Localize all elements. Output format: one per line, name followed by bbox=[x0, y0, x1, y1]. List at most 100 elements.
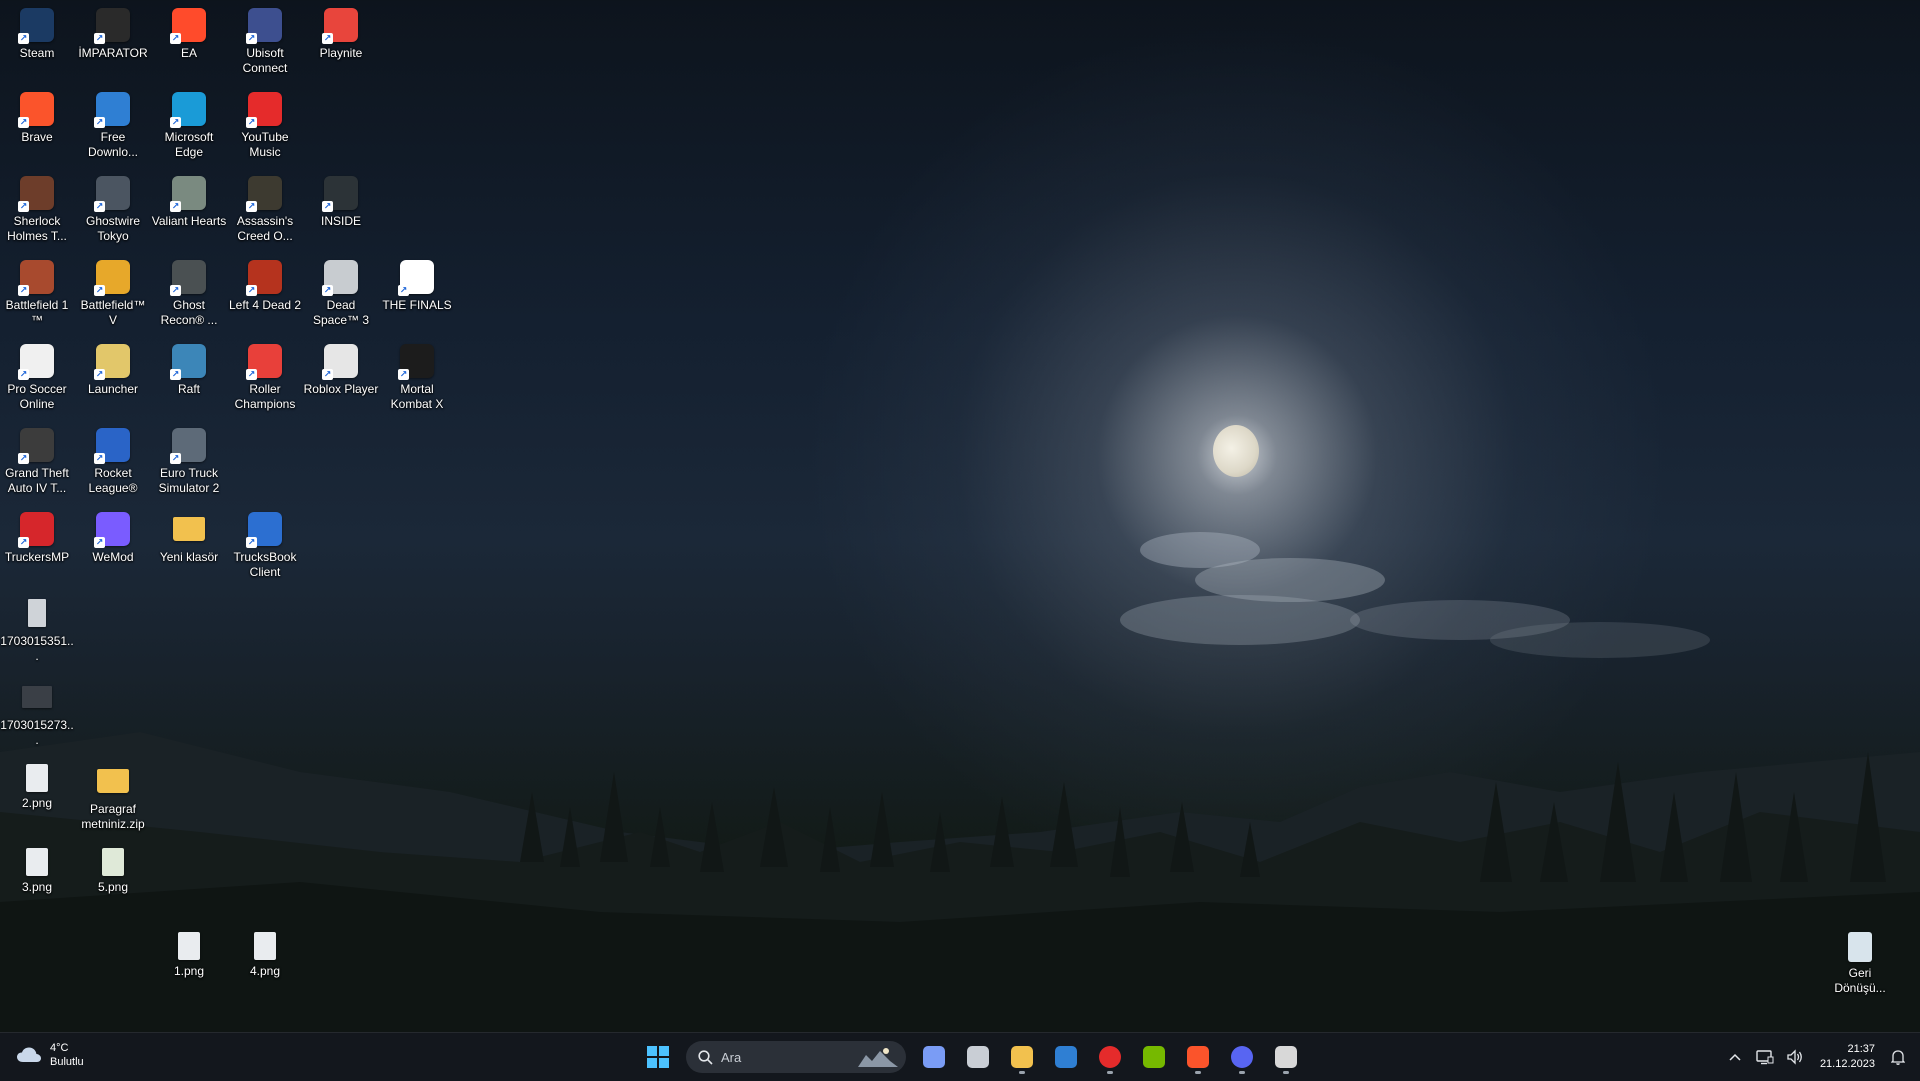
desktop: ↗ Steam ↗ İMPARATOR ↗ EA ↗ Ubisoft Connect ↗ Play… bbox=[0, 0, 1920, 1032]
folder-icon bbox=[173, 517, 205, 541]
search-icon bbox=[698, 1049, 713, 1065]
desktop-icon-label: 1703015273... bbox=[0, 718, 74, 747]
desktop-icon-image-file[interactable]: 1703015351... bbox=[0, 596, 75, 664]
desktop-icon-label: Pro Soccer Online bbox=[7, 382, 67, 411]
desktop-icon-label: 2.png bbox=[21, 796, 53, 810]
desktop-icon-playnite[interactable]: ↗ Playnite bbox=[303, 8, 379, 61]
youtube-music-button[interactable] bbox=[1092, 1039, 1128, 1075]
epic-games-button[interactable] bbox=[1268, 1039, 1304, 1075]
shortcut-arrow-icon: ↗ bbox=[246, 369, 257, 380]
start-button[interactable] bbox=[640, 1039, 676, 1075]
desktop-icon-launcher[interactable]: ↗ Launcher bbox=[75, 344, 151, 397]
desktop-icon-the-finals[interactable]: ↗ THE FINALS bbox=[379, 260, 455, 313]
search-highlight-illustration bbox=[858, 1048, 898, 1067]
desktop-icon-ghostwire-tokyo[interactable]: ↗ Ghostwire Tokyo bbox=[75, 176, 151, 244]
desktop-icon-roblox[interactable]: ↗ Roblox Player bbox=[303, 344, 379, 397]
shortcut-arrow-icon: ↗ bbox=[322, 285, 333, 296]
desktop-icon-trucksbook[interactable]: ↗ TrucksBook Client bbox=[227, 512, 303, 580]
desktop-icon-valiant-hearts[interactable]: ↗ Valiant Hearts bbox=[151, 176, 227, 229]
desktop-icon-label: Euro Truck Simulator 2 bbox=[158, 466, 220, 495]
desktop-icon-png-file[interactable]: 1.png bbox=[151, 932, 227, 979]
desktop-icon-free-download-manager[interactable]: ↗ Free Downlo... bbox=[75, 92, 151, 160]
desktop-icon-edge[interactable]: ↗ Microsoft Edge bbox=[151, 92, 227, 160]
brave-icon bbox=[1187, 1046, 1209, 1068]
desktop-icon-png-file[interactable]: 2.png bbox=[0, 764, 75, 811]
desktop-icon-label: THE FINALS bbox=[382, 298, 452, 312]
desktop-icon-inside[interactable]: ↗ INSIDE bbox=[303, 176, 379, 229]
desktop-icon-label: Launcher bbox=[87, 382, 139, 396]
desktop-icon-ubisoft[interactable]: ↗ Ubisoft Connect bbox=[227, 8, 303, 76]
desktop-icon-label: Battlefield™ V bbox=[80, 298, 146, 327]
desktop-icon-epic-games[interactable]: ↗ İMPARATOR bbox=[75, 8, 151, 61]
steam-icon: ↗ bbox=[18, 8, 54, 44]
discord-button[interactable] bbox=[1224, 1039, 1260, 1075]
search-placeholder: Ara bbox=[721, 1049, 742, 1065]
png-file-icon bbox=[254, 932, 276, 960]
shortcut-arrow-icon: ↗ bbox=[94, 369, 105, 380]
desktop-icon-recycle-bin[interactable]: Geri Dönüşü... bbox=[1822, 932, 1898, 996]
desktop-icon-label: EA bbox=[180, 46, 197, 60]
clock[interactable]: 21:37 21.12.2023 bbox=[1820, 1042, 1875, 1072]
desktop-icon-mortal-kombat-x[interactable]: ↗ Mortal Kombat X bbox=[379, 344, 455, 412]
desktop-icon-youtube-music[interactable]: ↗ YouTube Music bbox=[227, 92, 303, 160]
desktop-icon-label: WeMod bbox=[92, 550, 134, 564]
desktop-icon-steam[interactable]: ↗ Steam bbox=[0, 8, 75, 61]
desktop-icon-image-file[interactable]: 1703015273... bbox=[0, 680, 75, 748]
desktop-icon-battlefield-1[interactable]: ↗ Battlefield 1 ™ bbox=[0, 260, 75, 328]
desktop-icon-roller-champions[interactable]: ↗ Roller Champions bbox=[227, 344, 303, 412]
task-view-button[interactable] bbox=[960, 1039, 996, 1075]
desktop-icon-label: Free Downlo... bbox=[87, 130, 139, 159]
epic-games-icon: ↗ bbox=[94, 8, 130, 44]
search-box[interactable]: Ara bbox=[686, 1041, 906, 1073]
desktop-icon-euro-truck-simulator[interactable]: ↗ Euro Truck Simulator 2 bbox=[151, 428, 227, 496]
image-file-icon bbox=[28, 599, 46, 627]
desktop-icon-ghost-recon[interactable]: ↗ Ghost Recon® ... bbox=[151, 260, 227, 328]
desktop-icon-zip-folder[interactable]: Paragraf metniniz.zip bbox=[75, 764, 151, 832]
desktop-icon-battlefield-v[interactable]: ↗ Battlefield™ V bbox=[75, 260, 151, 328]
desktop-icon-left-4-dead-2[interactable]: ↗ Left 4 Dead 2 bbox=[227, 260, 303, 313]
volume-button[interactable] bbox=[1781, 1043, 1809, 1071]
microsoft-store-button[interactable] bbox=[1048, 1039, 1084, 1075]
desktop-icon-folder[interactable]: Yeni klasör bbox=[151, 512, 227, 565]
desktop-icon-assassins-creed[interactable]: ↗ Assassin's Creed O... bbox=[227, 176, 303, 244]
desktop-icon-dead-space-3[interactable]: ↗ Dead Space™ 3 bbox=[303, 260, 379, 328]
roblox-icon: ↗ bbox=[322, 344, 358, 380]
shortcut-arrow-icon: ↗ bbox=[94, 537, 105, 548]
file-explorer-button[interactable] bbox=[1004, 1039, 1040, 1075]
desktop-icon-label: Sherlock Holmes T... bbox=[7, 214, 67, 243]
assassins-creed-icon: ↗ bbox=[246, 176, 282, 212]
desktop-icon-png-file[interactable]: 3.png bbox=[0, 848, 75, 895]
shortcut-arrow-icon: ↗ bbox=[94, 201, 105, 212]
desktop-icon-sherlock-holmes[interactable]: ↗ Sherlock Holmes T... bbox=[0, 176, 75, 244]
desktop-icon-png-file[interactable]: 5.png bbox=[75, 848, 151, 895]
running-indicator bbox=[1239, 1071, 1245, 1074]
youtube-music-icon: ↗ bbox=[246, 92, 282, 128]
shortcut-arrow-icon: ↗ bbox=[18, 33, 29, 44]
raft-icon: ↗ bbox=[170, 344, 206, 380]
network-button[interactable] bbox=[1751, 1043, 1779, 1071]
desktop-icon-png-file[interactable]: 4.png bbox=[227, 932, 303, 979]
desktop-icon-rocket-league[interactable]: ↗ Rocket League® bbox=[75, 428, 151, 496]
desktop-icon-raft[interactable]: ↗ Raft bbox=[151, 344, 227, 397]
trucksbook-icon: ↗ bbox=[246, 512, 282, 548]
desktop-icon-label: TrucksBook Client bbox=[233, 550, 297, 579]
desktop-icon-label: Valiant Hearts bbox=[151, 214, 227, 228]
desktop-icon-pro-soccer-online[interactable]: ↗ Pro Soccer Online bbox=[0, 344, 75, 412]
task-view-icon bbox=[967, 1046, 989, 1068]
desktop-icon-label: Roblox Player bbox=[303, 382, 379, 396]
desktop-icon-truckersmp[interactable]: ↗ TruckersMP bbox=[0, 512, 75, 565]
copilot-icon bbox=[923, 1046, 945, 1068]
desktop-icon-wemod[interactable]: ↗ WeMod bbox=[75, 512, 151, 565]
desktop-icon-gta-iv[interactable]: ↗ Grand Theft Auto IV T... bbox=[0, 428, 75, 496]
desktop-icon-brave[interactable]: ↗ Brave bbox=[0, 92, 75, 145]
show-hidden-icons-button[interactable] bbox=[1721, 1043, 1749, 1071]
desktop-icon-ea[interactable]: ↗ EA bbox=[151, 8, 227, 61]
rocket-league-icon: ↗ bbox=[94, 428, 130, 464]
notifications-button[interactable] bbox=[1884, 1043, 1912, 1071]
copilot-button[interactable] bbox=[916, 1039, 952, 1075]
weather-widget[interactable]: 4°C Bulutlu bbox=[16, 1041, 84, 1069]
running-indicator bbox=[1283, 1071, 1289, 1074]
nvidia-button[interactable] bbox=[1136, 1039, 1172, 1075]
brave-button[interactable] bbox=[1180, 1039, 1216, 1075]
shortcut-arrow-icon: ↗ bbox=[18, 285, 29, 296]
